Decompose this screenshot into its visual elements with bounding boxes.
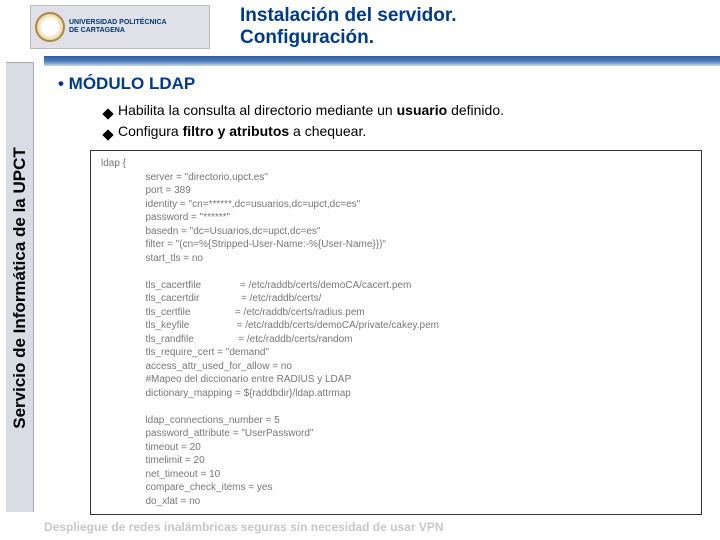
bullet-icon: [102, 108, 113, 119]
b2-post: a chequear.: [289, 123, 366, 139]
seal-icon: [35, 12, 65, 42]
bullet-icon: [102, 129, 113, 140]
university-logo: UNIVERSIDAD POLITÉCNICA DE CARTAGENA: [30, 5, 210, 49]
page-title: Instalación del servidor. Configuración.: [240, 5, 456, 49]
code-block: ldap { server = "directorio.upct.es" por…: [90, 150, 702, 515]
b1-pre: Habilita la consulta al directorio media…: [118, 102, 397, 118]
content: • MÓDULO LDAP Habilita la consulta al di…: [44, 72, 712, 510]
b1-post: definido.: [447, 102, 504, 118]
b1-bold: usuario: [397, 102, 448, 118]
title-line1: Instalación del servidor.: [240, 5, 456, 27]
bullet-list: Habilita la consulta al directorio media…: [104, 100, 712, 142]
sidebar: Servicio de Informática de la UPCT: [6, 62, 34, 512]
bullet-1: Habilita la consulta al directorio media…: [104, 100, 712, 121]
title-line2: Configuración.: [240, 27, 456, 49]
header: UNIVERSIDAD POLITÉCNICA DE CARTAGENA Ins…: [0, 0, 720, 56]
section-title: • MÓDULO LDAP: [58, 74, 712, 94]
footer-text: Despliegue de redes inalámbricas seguras…: [44, 520, 444, 534]
bullet-2: Configura filtro y atributos a chequear.: [104, 121, 712, 142]
b2-bold: filtro y atributos: [183, 123, 290, 139]
header-divider: [44, 56, 720, 66]
b2-pre: Configura: [118, 123, 183, 139]
logo-line1: UNIVERSIDAD POLITÉCNICA: [69, 19, 167, 27]
sidebar-label: Servicio de Informática de la UPCT: [10, 147, 30, 429]
logo-line2: DE CARTAGENA: [69, 27, 167, 35]
